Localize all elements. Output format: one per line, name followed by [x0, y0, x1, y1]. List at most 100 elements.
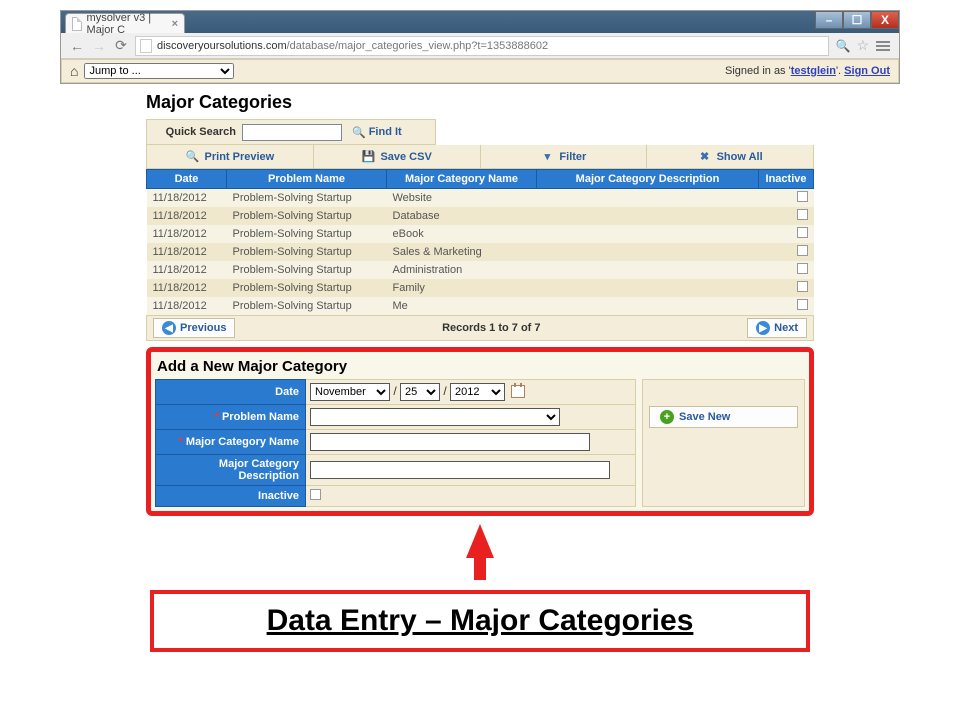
table-row[interactable]: 11/18/2012Problem-Solving StartupSales &… [147, 243, 814, 261]
window-minimize-button[interactable]: – [815, 11, 843, 29]
cell-inactive [759, 189, 814, 208]
cell-major-category-desc [537, 279, 759, 297]
table-row[interactable]: 11/18/2012Problem-Solving StartupFamily [147, 279, 814, 297]
col-inactive[interactable]: Inactive [759, 170, 814, 189]
show-all-label: Show All [717, 151, 763, 163]
toolbar: 🔍 Print Preview 💾 Save CSV ▾ Filter ✖ Sh… [146, 145, 814, 169]
browser-tab[interactable]: mysolver v3 | Major C × [65, 13, 185, 33]
inactive-checkbox[interactable] [797, 209, 808, 220]
cell-major-category-name: Administration [387, 261, 537, 279]
col-problem-name[interactable]: Problem Name [227, 170, 387, 189]
date-year-select[interactable]: 2012 [450, 383, 505, 401]
save-csv-button[interactable]: 💾 Save CSV [314, 145, 481, 168]
save-new-button[interactable]: + Save New [649, 406, 798, 428]
cell-major-category-name: eBook [387, 225, 537, 243]
inactive-checkbox[interactable] [797, 191, 808, 202]
major-category-name-input[interactable] [310, 433, 590, 451]
cell-problem-name: Problem-Solving Startup [227, 297, 387, 315]
home-icon[interactable]: ⌂ [70, 63, 78, 79]
cell-major-category-desc [537, 243, 759, 261]
sign-out-link[interactable]: Sign Out [844, 65, 890, 77]
show-all-button[interactable]: ✖ Show All [647, 145, 813, 168]
label-problem-name: * Problem Name [156, 405, 306, 430]
inactive-checkbox[interactable] [797, 281, 808, 292]
cell-major-category-desc [537, 189, 759, 208]
col-major-category-name[interactable]: Major Category Name [387, 170, 537, 189]
next-button[interactable]: ▶ Next [747, 318, 807, 338]
cell-problem-name: Problem-Solving Startup [227, 279, 387, 297]
signed-in-suffix: '. [836, 65, 844, 77]
pager-summary: Records 1 to 7 of 7 [235, 322, 747, 334]
window-close-button[interactable]: X [871, 11, 899, 29]
cell-date: 11/18/2012 [147, 225, 227, 243]
cell-major-category-desc [537, 207, 759, 225]
url-field[interactable]: discoveryoursolutions.com/database/major… [135, 36, 829, 56]
forward-button[interactable]: → [91, 38, 107, 54]
cell-major-category-name: Website [387, 189, 537, 208]
cell-date: 11/18/2012 [147, 207, 227, 225]
back-button[interactable]: ← [69, 38, 85, 54]
inactive-checkbox[interactable] [310, 489, 321, 500]
inactive-checkbox[interactable] [797, 299, 808, 310]
filter-button[interactable]: ▾ Filter [481, 145, 648, 168]
quick-search-bar: Quick Search 🔍 Find It [146, 119, 436, 145]
label-inactive: Inactive [156, 486, 306, 507]
quick-search-label: Quick Search [147, 126, 242, 138]
table-row[interactable]: 11/18/2012Problem-Solving StartupMe [147, 297, 814, 315]
browser-tab-bar: mysolver v3 | Major C × – ☐ X [61, 11, 899, 33]
table-row[interactable]: 11/18/2012Problem-Solving StartupAdminis… [147, 261, 814, 279]
find-it-button[interactable]: 🔍 Find It [346, 124, 408, 141]
print-preview-button[interactable]: 🔍 Print Preview [147, 145, 314, 168]
app-top-bar: ⌂ Jump to ... Signed in as 'testglein'. … [61, 59, 899, 83]
cell-problem-name: Problem-Solving Startup [227, 243, 387, 261]
zoom-icon[interactable]: 🔍 [835, 39, 850, 53]
jump-to-select[interactable]: Jump to ... [84, 63, 234, 79]
date-month-select[interactable]: November [310, 383, 390, 401]
menu-button[interactable] [875, 38, 891, 54]
next-label: Next [774, 322, 798, 334]
calendar-icon[interactable] [511, 385, 525, 398]
pager-bar: ◀ Previous Records 1 to 7 of 7 ▶ Next [146, 315, 814, 341]
previous-button[interactable]: ◀ Previous [153, 318, 235, 338]
table-row[interactable]: 11/18/2012Problem-Solving StartupWebsite [147, 189, 814, 208]
col-major-category-desc[interactable]: Major Category Description [537, 170, 759, 189]
annotation-text: Data Entry – Major Categories [267, 604, 694, 637]
cell-inactive [759, 261, 814, 279]
label-major-category-desc: Major Category Description [156, 455, 306, 486]
inactive-checkbox[interactable] [797, 263, 808, 274]
cell-problem-name: Problem-Solving Startup [227, 189, 387, 208]
save-csv-label: Save CSV [380, 151, 431, 163]
close-tab-icon[interactable]: × [172, 18, 178, 30]
label-major-category-name: * Major Category Name [156, 430, 306, 455]
filter-label: Filter [559, 151, 586, 163]
cell-major-category-name: Sales & Marketing [387, 243, 537, 261]
inactive-checkbox[interactable] [797, 245, 808, 256]
add-new-panel: Add a New Major Category Date November /… [146, 347, 814, 516]
plus-icon: + [660, 410, 674, 424]
username-link[interactable]: testglein [791, 65, 836, 77]
problem-name-select[interactable] [310, 408, 560, 426]
search-icon: 🔍 [186, 150, 200, 164]
previous-label: Previous [180, 322, 226, 334]
sign-in-status: Signed in as 'testglein'. Sign Out [725, 65, 890, 77]
bookmark-star-icon[interactable]: ☆ [856, 37, 869, 54]
table-row[interactable]: 11/18/2012Problem-Solving StartupeBook [147, 225, 814, 243]
cell-date: 11/18/2012 [147, 279, 227, 297]
col-date[interactable]: Date [147, 170, 227, 189]
funnel-icon: ▾ [540, 150, 554, 164]
cell-problem-name: Problem-Solving Startup [227, 261, 387, 279]
annotation-arrow-icon [466, 524, 494, 558]
quick-search-input[interactable] [242, 124, 342, 141]
arrow-right-icon: ▶ [756, 321, 770, 335]
major-category-desc-input[interactable] [310, 461, 610, 479]
find-it-label: Find It [369, 126, 402, 138]
date-day-select[interactable]: 25 [400, 383, 440, 401]
field-problem-name [306, 405, 636, 430]
table-row[interactable]: 11/18/2012Problem-Solving StartupDatabas… [147, 207, 814, 225]
save-new-label: Save New [679, 411, 730, 423]
window-maximize-button[interactable]: ☐ [843, 11, 871, 29]
annotation-arrow-stem [474, 556, 486, 580]
inactive-checkbox[interactable] [797, 227, 808, 238]
field-major-category-name [306, 430, 636, 455]
reload-button[interactable]: ⟳ [113, 38, 129, 54]
